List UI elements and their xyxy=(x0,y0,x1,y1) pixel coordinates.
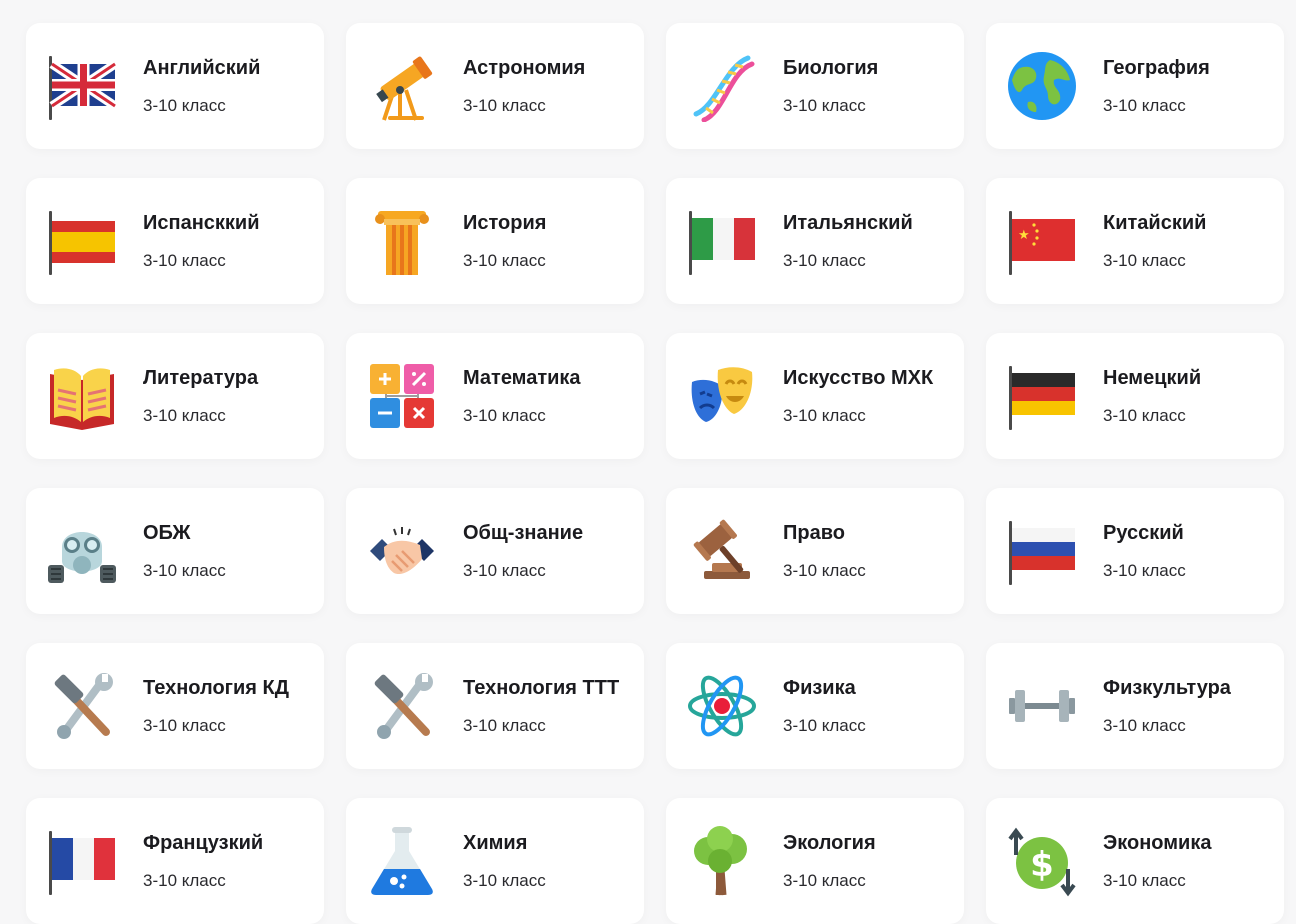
subject-title: Экономика xyxy=(1103,832,1212,854)
subject-grade: 3-10 класс xyxy=(143,716,226,735)
subject-card[interactable]: География 3-10 класс xyxy=(986,23,1284,149)
gas-mask-icon xyxy=(46,515,118,587)
subject-grade: 3-10 класс xyxy=(463,251,546,270)
subject-title: Астрономия xyxy=(463,57,586,79)
germany-flag-icon xyxy=(1006,360,1078,432)
subject-card[interactable]: Испансккий 3-10 класс xyxy=(26,178,324,304)
china-flag-icon: ★ xyxy=(1006,205,1078,277)
subject-title: Технология КД xyxy=(143,677,289,699)
subject-grade: 3-10 класс xyxy=(1103,561,1186,580)
gavel-icon xyxy=(686,515,758,587)
subject-card[interactable]: Общ-знание 3-10 класс xyxy=(346,488,644,614)
subject-card[interactable]: Технология КД 3-10 класс xyxy=(26,643,324,769)
subject-grade: 3-10 класс xyxy=(463,716,546,735)
france-flag-icon xyxy=(46,825,118,897)
svg-text:$: $ xyxy=(1030,845,1054,885)
subject-grade: 3-10 класс xyxy=(783,251,866,270)
column-icon xyxy=(366,205,438,277)
subject-title: Литература xyxy=(143,367,259,389)
subject-title: Экология xyxy=(783,832,876,854)
dumbbell-icon xyxy=(1006,670,1078,742)
subject-card[interactable]: ОБЖ 3-10 класс xyxy=(26,488,324,614)
tools-icon xyxy=(366,670,438,742)
subject-grade: 3-10 класс xyxy=(463,561,546,580)
subject-title: Математика xyxy=(463,367,581,389)
subject-grade: 3-10 класс xyxy=(463,96,546,115)
subject-grade: 3-10 класс xyxy=(143,871,226,890)
subject-card[interactable]: Английский 3-10 класс xyxy=(26,23,324,149)
subject-card[interactable]: Право 3-10 класс xyxy=(666,488,964,614)
subject-card[interactable]: Русский 3-10 класс xyxy=(986,488,1284,614)
subject-grade: 3-10 класс xyxy=(783,716,866,735)
math-operators-icon xyxy=(366,360,438,432)
subject-title: География xyxy=(1103,57,1210,79)
atom-icon xyxy=(686,670,758,742)
subject-title: Физкультура xyxy=(1103,677,1231,699)
tree-icon xyxy=(686,825,758,897)
subject-grade: 3-10 класс xyxy=(783,96,866,115)
subject-grade: 3-10 класс xyxy=(1103,251,1186,270)
subject-title: ОБЖ xyxy=(143,522,191,544)
subject-title: Немецкий xyxy=(1103,367,1202,389)
theater-masks-icon xyxy=(686,360,758,432)
subject-title: Общ-знание xyxy=(463,522,584,544)
subject-card[interactable]: Немецкий 3-10 класс xyxy=(986,333,1284,459)
subject-grade: 3-10 класс xyxy=(143,561,226,580)
subject-grade: 3-10 класс xyxy=(143,96,226,115)
subject-card[interactable]: $ Экономика 3-10 класс xyxy=(986,798,1284,924)
subjects-grid: Английский 3-10 класс Астрономия 3-10 кл… xyxy=(26,23,1284,924)
subject-title: Французкий xyxy=(143,832,264,854)
subject-card[interactable]: Экология 3-10 класс xyxy=(666,798,964,924)
subject-grade: 3-10 класс xyxy=(143,406,226,425)
subject-grade: 3-10 класс xyxy=(783,406,866,425)
uk-flag-icon xyxy=(46,50,118,122)
subject-title: История xyxy=(463,212,547,234)
subject-title: Итальянский xyxy=(783,212,913,234)
subject-grade: 3-10 класс xyxy=(463,871,546,890)
subject-grade: 3-10 класс xyxy=(463,406,546,425)
subject-title: Биология xyxy=(783,57,879,79)
spain-flag-icon xyxy=(46,205,118,277)
subject-grade: 3-10 класс xyxy=(1103,716,1186,735)
subject-title: Испансккий xyxy=(143,212,260,234)
subject-grade: 3-10 класс xyxy=(1103,406,1186,425)
subject-title: Английский xyxy=(143,57,261,79)
russia-flag-icon xyxy=(1006,515,1078,587)
flask-icon xyxy=(366,825,438,897)
subject-card[interactable]: Литература 3-10 класс xyxy=(26,333,324,459)
handshake-icon xyxy=(366,515,438,587)
dna-icon xyxy=(686,50,758,122)
italy-flag-icon xyxy=(686,205,758,277)
subject-title: Физика xyxy=(783,677,856,699)
subject-card[interactable]: Математика 3-10 класс xyxy=(346,333,644,459)
subject-card[interactable]: Астрономия 3-10 класс xyxy=(346,23,644,149)
subject-card[interactable]: Искусство МХК 3-10 класс xyxy=(666,333,964,459)
subject-card[interactable]: Химия 3-10 класс xyxy=(346,798,644,924)
subject-card[interactable]: Физкультура 3-10 класс xyxy=(986,643,1284,769)
subject-title: Искусство МХК xyxy=(783,367,934,389)
subject-grade: 3-10 класс xyxy=(1103,96,1186,115)
money-exchange-icon: $ xyxy=(1006,825,1078,897)
telescope-icon xyxy=(366,50,438,122)
subject-title: Китайский xyxy=(1103,212,1207,234)
globe-icon xyxy=(1006,50,1078,122)
subject-card[interactable]: Физика 3-10 класс xyxy=(666,643,964,769)
subject-card[interactable]: Технология ТТТ 3-10 класс xyxy=(346,643,644,769)
subject-grade: 3-10 класс xyxy=(143,251,226,270)
subject-card[interactable]: Биология 3-10 класс xyxy=(666,23,964,149)
subject-card[interactable]: Французкий 3-10 класс xyxy=(26,798,324,924)
subject-grade: 3-10 класс xyxy=(783,561,866,580)
subject-grade: 3-10 класс xyxy=(783,871,866,890)
subject-card[interactable]: Итальянский 3-10 класс xyxy=(666,178,964,304)
subject-grade: 3-10 класс xyxy=(1103,871,1186,890)
open-book-icon xyxy=(46,360,118,432)
subject-title: Технология ТТТ xyxy=(463,677,620,699)
subject-title: Химия xyxy=(463,832,528,854)
subject-title: Русский xyxy=(1103,522,1184,544)
subject-title: Право xyxy=(783,522,845,544)
subject-card[interactable]: История 3-10 класс xyxy=(346,178,644,304)
subject-card[interactable]: ★ Китайский 3-10 класс xyxy=(986,178,1284,304)
svg-text:★: ★ xyxy=(1018,228,1030,243)
tools-icon xyxy=(46,670,118,742)
